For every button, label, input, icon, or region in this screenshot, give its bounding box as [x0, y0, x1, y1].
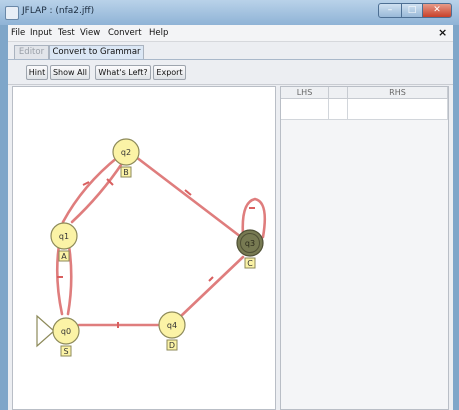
hint-button[interactable]: Hint: [26, 65, 48, 80]
state-q1-name: q1: [59, 232, 69, 241]
state-q0-name: q0: [61, 327, 71, 336]
transition-q4-q3[interactable]: [179, 255, 245, 318]
show-all-button[interactable]: Show All: [50, 65, 90, 80]
window-title: JFLAP : (nfa2.jff): [22, 6, 95, 16]
menu-view[interactable]: View: [80, 28, 100, 38]
automaton-diagram: q0 S q1 A q2 B q3 C q4 D: [36, 138, 267, 357]
application-window: JFLAP : (nfa2.jff) – □ ✕ File Input Test…: [0, 0, 459, 410]
state-q1-label: A: [61, 252, 67, 261]
empty-cell-lhs[interactable]: [281, 99, 329, 120]
transition-q1-q2[interactable]: [70, 160, 125, 224]
transition-q2-q3[interactable]: [134, 155, 243, 239]
column-header-lhs[interactable]: LHS: [281, 87, 329, 99]
state-q2-name: q2: [121, 148, 131, 157]
state-q2-label: B: [123, 168, 129, 177]
jflap-app-icon: [5, 6, 19, 20]
automaton-canvas[interactable]: q0 S q1 A q2 B q3 C q4 D: [12, 86, 276, 410]
state-q3[interactable]: q3 C: [236, 229, 264, 269]
state-q0-label: S: [63, 347, 68, 356]
column-header-rhs[interactable]: RHS: [348, 87, 448, 99]
menu-test[interactable]: Test: [58, 28, 75, 38]
window-close-button[interactable]: ✕: [422, 3, 452, 18]
empty-cell-arrow[interactable]: [329, 99, 348, 120]
state-q1[interactable]: q1 A: [50, 222, 78, 262]
tab-editor[interactable]: Editor: [14, 45, 49, 59]
title-bar[interactable]: JFLAP : (nfa2.jff) – □ ✕: [0, 0, 459, 25]
menu-file[interactable]: File: [11, 28, 25, 38]
state-q4-label: D: [169, 341, 175, 350]
maximize-button[interactable]: □: [401, 3, 423, 18]
menu-help[interactable]: Help: [149, 28, 168, 38]
state-q4[interactable]: q4 D: [158, 311, 186, 351]
menu-bar: File Input Test View Convert Help ×: [8, 25, 453, 42]
empty-cell-rhs[interactable]: [348, 99, 448, 120]
state-q4-name: q4: [167, 321, 177, 330]
state-q3-label: C: [247, 259, 253, 268]
tab-bar: Editor Convert to Grammar: [8, 42, 453, 60]
close-file-icon[interactable]: ×: [438, 26, 447, 39]
menu-convert[interactable]: Convert: [108, 28, 142, 38]
transition-label-ticks: [57, 178, 255, 328]
column-header-arrow[interactable]: [329, 87, 348, 99]
initial-state-arrow: [36, 314, 55, 348]
whats-left-button[interactable]: What's Left?: [95, 65, 151, 80]
state-q0[interactable]: q0 S: [52, 317, 80, 357]
window-client-area: File Input Test View Convert Help × Edit…: [8, 25, 453, 410]
minimize-button[interactable]: –: [378, 3, 402, 18]
toolbar: Hint Show All What's Left? Export: [8, 60, 453, 85]
menu-input[interactable]: Input: [30, 28, 52, 38]
tab-convert-to-grammar[interactable]: Convert to Grammar: [49, 45, 144, 59]
transition-q2-q1[interactable]: [61, 155, 120, 224]
state-q3-name: q3: [245, 239, 255, 248]
grammar-table[interactable]: LHS RHS: [280, 86, 449, 410]
export-button[interactable]: Export: [153, 65, 186, 80]
